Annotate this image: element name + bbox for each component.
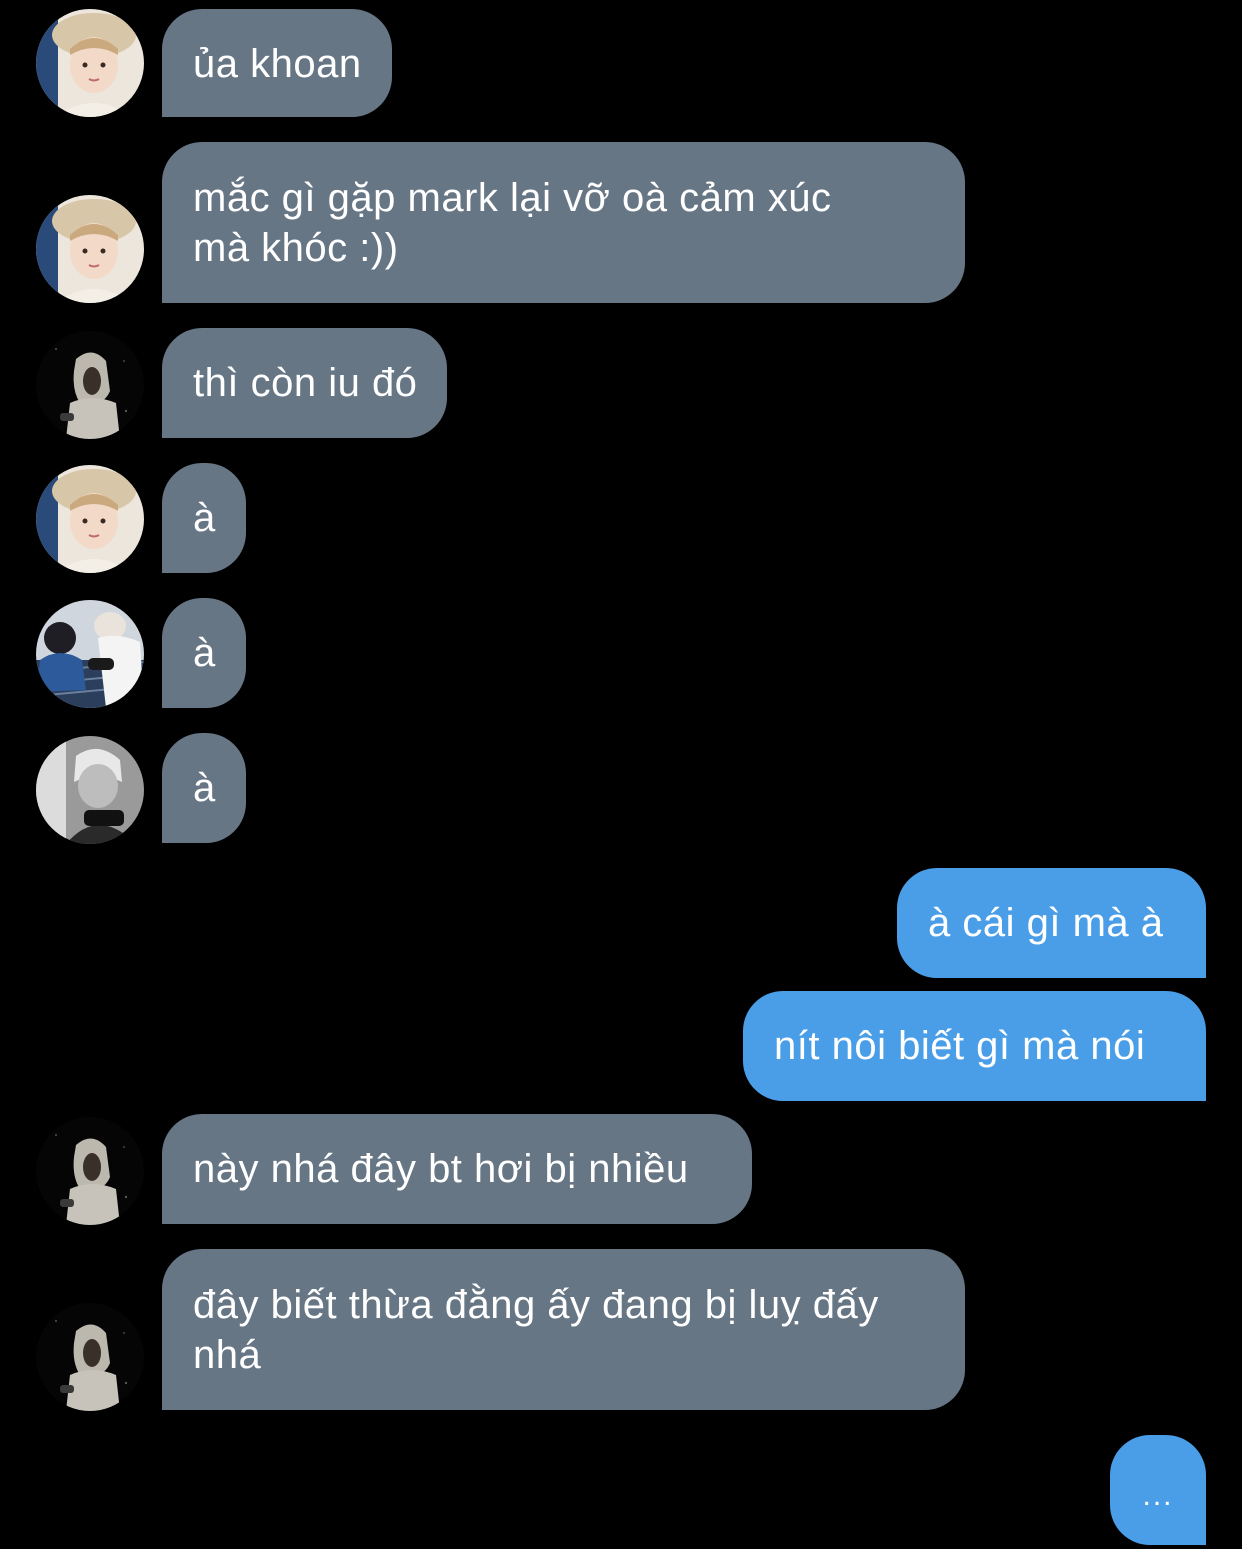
avatar-hoodie-dark-image: [36, 1117, 144, 1225]
message-bubble-incoming[interactable]: à: [162, 598, 246, 708]
avatar-grayscale[interactable]: [36, 736, 144, 844]
message-bubble-incoming[interactable]: ủa khoan: [162, 9, 392, 117]
avatar-blue-outdoor-image: [36, 600, 144, 708]
avatar-beige-hat-image: [36, 465, 144, 573]
avatar-beige-hat-image: [36, 9, 144, 117]
typing-indicator-bubble[interactable]: ...: [1110, 1435, 1206, 1545]
avatar-hoodie-dark[interactable]: [36, 331, 144, 439]
avatar-hoodie-dark-image: [36, 331, 144, 439]
message-bubble-outgoing[interactable]: nít nôi biết gì mà nói: [743, 991, 1206, 1101]
avatar-hoodie-dark[interactable]: [36, 1117, 144, 1225]
message-text: thì còn iu đó: [193, 361, 418, 405]
message-bubble-incoming[interactable]: à: [162, 463, 246, 573]
message-text: à: [193, 631, 216, 675]
message-bubble-incoming[interactable]: này nhá đây bt hơi bị nhiều: [162, 1114, 752, 1224]
avatar-hoodie-dark[interactable]: [36, 1303, 144, 1411]
message-text: à cái gì mà à: [928, 901, 1164, 945]
message-bubble-incoming[interactable]: à: [162, 733, 246, 843]
message-bubble-outgoing[interactable]: à cái gì mà à: [897, 868, 1206, 978]
avatar-beige-hat[interactable]: [36, 195, 144, 303]
avatar-beige-hat-image: [36, 195, 144, 303]
avatar-grayscale-image: [36, 736, 144, 844]
message-bubble-incoming[interactable]: mắc gì gặp mark lại vỡ oà cảm xúc mà khó…: [162, 142, 965, 303]
message-text: à: [193, 766, 216, 810]
message-bubble-incoming[interactable]: thì còn iu đó: [162, 328, 448, 438]
message-text: mắc gì gặp mark lại vỡ oà cảm xúc mà khó…: [193, 176, 832, 270]
avatar-hoodie-dark-image: [36, 1303, 144, 1411]
avatar-beige-hat[interactable]: [36, 9, 144, 117]
typing-dots: ...: [1142, 1479, 1174, 1512]
chat-thread[interactable]: ủa khoan mắc gì gặp mark lại vỡ oà cảm x…: [0, 0, 1242, 1549]
avatar-beige-hat[interactable]: [36, 465, 144, 573]
message-bubble-incoming[interactable]: đây biết thừa đằng ấy đang bị luỵ đấy nh…: [162, 1249, 965, 1410]
message-text: đây biết thừa đằng ấy đang bị luỵ đấy nh…: [193, 1283, 879, 1377]
message-text: ủa khoan: [193, 42, 362, 86]
message-text: nít nôi biết gì mà nói: [774, 1024, 1146, 1068]
avatar-blue-outdoor[interactable]: [36, 600, 144, 708]
message-text: à: [193, 496, 216, 540]
message-text: này nhá đây bt hơi bị nhiều: [193, 1147, 689, 1191]
